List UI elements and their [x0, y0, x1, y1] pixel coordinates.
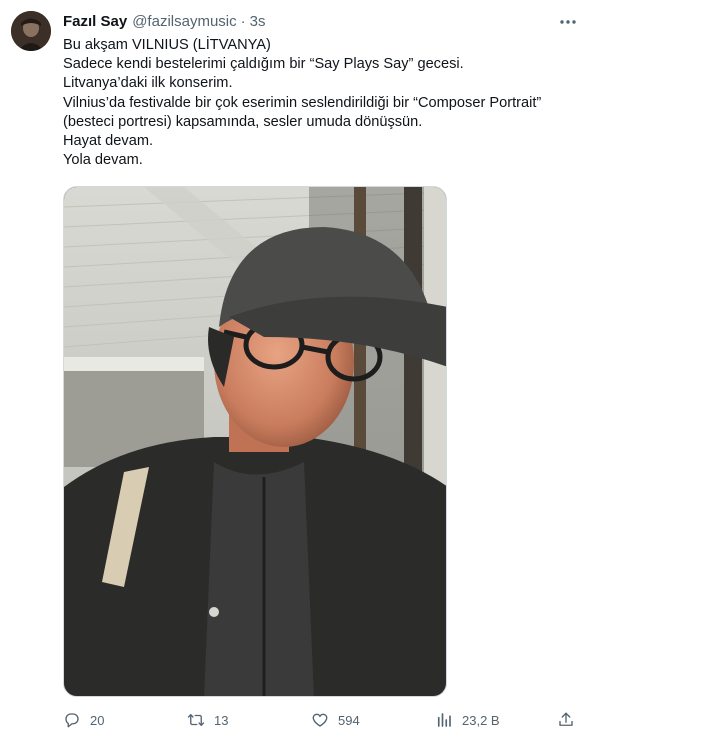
tweet-timestamp[interactable]: 3s — [250, 13, 266, 30]
tweet-text: Bu akşam VILNIUS (LİTVANYA) Sadece kendi… — [63, 36, 623, 170]
tweet-text-line: Litvanya’daki ilk konserim. — [63, 75, 233, 92]
separator-dot: · — [240, 13, 246, 30]
like-button[interactable]: 594 — [311, 708, 360, 732]
author-name[interactable]: Fazıl Say — [63, 13, 127, 30]
tweet-text-line: (besteci portresi) kapsamında, sesler um… — [63, 113, 423, 130]
reply-count: 20 — [90, 712, 105, 728]
share-button[interactable] — [557, 708, 575, 732]
share-icon — [559, 712, 573, 726]
tweet-text-line: Bu akşam VILNIUS (LİTVANYA) — [63, 37, 271, 53]
retweet-button[interactable]: 13 — [187, 708, 228, 732]
more-options-button[interactable] — [556, 12, 580, 32]
tweet-text-line: Vilnius’da festivalde bir çok eserimin s… — [63, 94, 542, 111]
avatar-image — [11, 11, 51, 51]
tweet-text-line: Sadece kendi bestelerimi çaldığım bir “S… — [63, 56, 464, 73]
avatar[interactable] — [11, 11, 51, 51]
views-icon — [437, 713, 451, 727]
tweet: Fazıl Say @fazilsaymusic · 3s Bu akşam V… — [0, 0, 702, 739]
tweet-photo[interactable] — [63, 186, 447, 697]
tweet-header: Fazıl Say @fazilsaymusic · 3s — [63, 13, 265, 33]
views-button[interactable]: 23,2 B — [435, 708, 500, 732]
views-count: 23,2 B — [462, 712, 500, 728]
tweet-text-line: Yola devam. — [63, 152, 143, 169]
reply-icon — [65, 713, 79, 728]
retweet-icon — [187, 714, 205, 726]
tweet-actions: 20 13 594 23,2 B — [63, 708, 583, 732]
heart-icon — [312, 713, 328, 727]
reply-button[interactable]: 20 — [63, 708, 104, 732]
retweet-count: 13 — [214, 712, 229, 728]
author-handle[interactable]: @fazilsaymusic — [132, 13, 236, 30]
selfie-photo — [64, 187, 446, 696]
like-count: 594 — [338, 712, 360, 728]
more-dots-icon — [560, 20, 576, 24]
tweet-text-line: Hayat devam. — [63, 133, 154, 150]
